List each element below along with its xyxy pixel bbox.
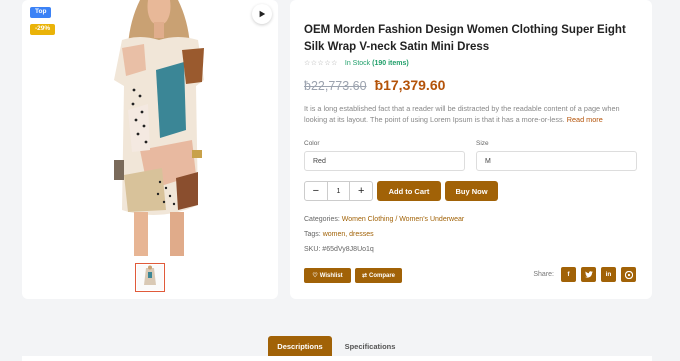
- compare-icon: ⇄: [361, 273, 367, 279]
- rating-row: ☆☆☆☆☆ In Stock (190 items): [304, 59, 409, 68]
- rating-stars-icon: ☆☆☆☆☆: [304, 60, 338, 67]
- share-label: Share:: [533, 271, 554, 278]
- tag-link-dresses[interactable]: dresses: [349, 231, 374, 238]
- compare-button[interactable]: ⇄ Compare: [355, 268, 402, 283]
- linkedin-icon[interactable]: in: [601, 267, 616, 282]
- stock-count: (190 items): [372, 59, 409, 67]
- gallery-thumbnail[interactable]: [135, 263, 165, 292]
- product-title: OEM Morden Fashion Design Women Clothing…: [304, 24, 626, 53]
- facebook-icon[interactable]: f: [561, 267, 576, 282]
- compare-label: Compare: [369, 272, 396, 279]
- stock-status: In Stock (190 items): [345, 60, 409, 67]
- size-select[interactable]: M: [476, 151, 637, 171]
- product-description: It is a long established fact that a rea…: [304, 103, 644, 126]
- stock-label: In Stock: [344, 59, 371, 67]
- price-row: ƀ22,773.60 ƀ17,379.60: [304, 77, 445, 93]
- tags-row: Tags: women, dresses: [304, 231, 374, 238]
- discount-badge: -29%: [30, 24, 56, 35]
- pinterest-icon[interactable]: [621, 267, 636, 282]
- tab-specifications[interactable]: Specifications: [340, 336, 400, 357]
- thumbnail-image: [137, 265, 163, 290]
- wishlist-button[interactable]: ♡ Wishlist: [304, 268, 351, 283]
- add-to-cart-button[interactable]: Add to Cart: [377, 181, 441, 201]
- tag-link-women[interactable]: women: [323, 231, 346, 238]
- sku-row: SKU: #65dVy8J8Uo1q: [304, 246, 374, 253]
- categories-link[interactable]: Women Clothing / Women's Underwear: [342, 216, 464, 223]
- old-price: ƀ22,773.60: [304, 79, 367, 93]
- buy-now-button[interactable]: Buy Now: [445, 181, 498, 201]
- play-icon: [259, 10, 266, 18]
- size-label: Size: [476, 140, 489, 147]
- quantity-input[interactable]: 1: [326, 182, 351, 200]
- quantity-decrease-button[interactable]: −: [305, 182, 327, 200]
- product-main-image[interactable]: [100, 0, 218, 256]
- color-select[interactable]: Red: [304, 151, 465, 171]
- tab-content-panel: [22, 356, 652, 361]
- current-price: ƀ17,379.60: [374, 77, 446, 93]
- product-info-panel: OEM Morden Fashion Design Women Clothing…: [290, 0, 652, 299]
- sku-label: SKU:: [304, 246, 321, 253]
- sku-value: #65dVy8J8Uo1q: [322, 246, 374, 253]
- top-badge: Top: [30, 7, 52, 18]
- tags-label: Tags:: [304, 231, 321, 238]
- tab-descriptions[interactable]: Descriptions: [268, 336, 332, 357]
- heart-icon: ♡: [312, 273, 318, 279]
- quantity-stepper: − 1 +: [304, 181, 373, 201]
- quantity-increase-button[interactable]: +: [350, 182, 372, 200]
- product-gallery: Top -29%: [22, 0, 278, 299]
- color-label: Color: [304, 140, 320, 147]
- categories-label: Categories:: [304, 216, 340, 223]
- play-video-button[interactable]: [252, 4, 272, 24]
- categories-row: Categories: Women Clothing / Women's Und…: [304, 216, 464, 223]
- twitter-icon[interactable]: [581, 267, 596, 282]
- wishlist-label: Wishlist: [319, 272, 343, 279]
- share-row: Share: f in: [533, 267, 636, 282]
- read-more-link[interactable]: Read more: [567, 115, 603, 124]
